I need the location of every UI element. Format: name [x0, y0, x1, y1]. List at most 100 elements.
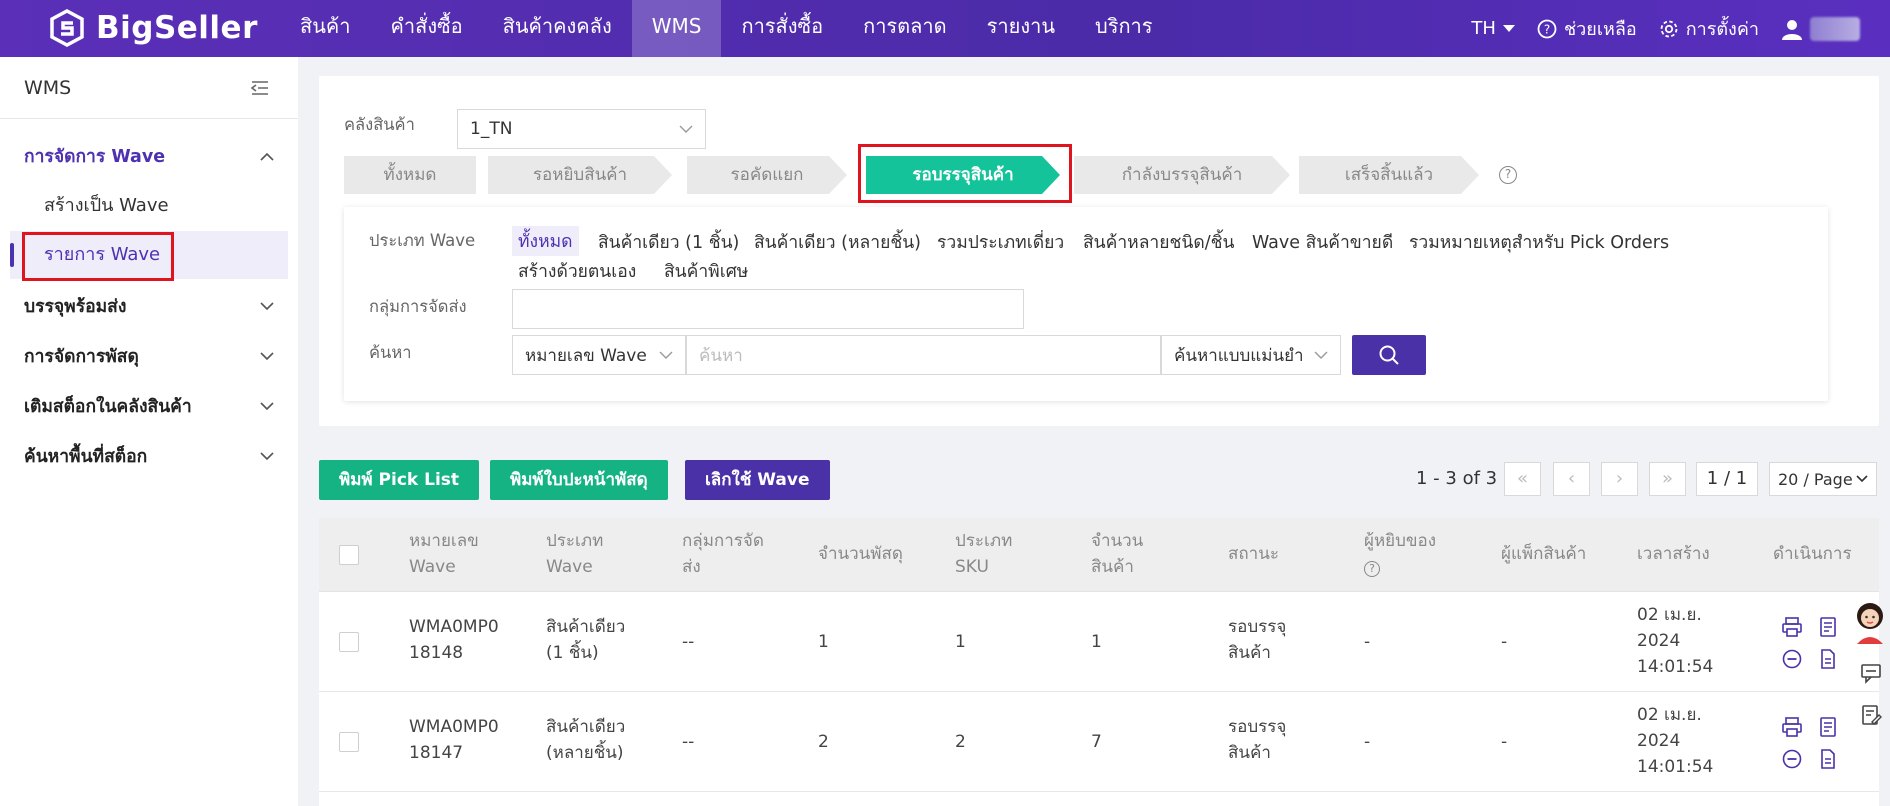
cell-ship-group: --: [682, 732, 695, 752]
search-button[interactable]: [1352, 335, 1426, 375]
page-size-select[interactable]: 20 / Page: [1769, 462, 1877, 496]
wave-type-multi-sku[interactable]: สินค้าหลายชนิด/ชิ้น: [1083, 228, 1234, 256]
search-field-select[interactable]: หมายเลข Wave: [512, 335, 686, 375]
settings-link[interactable]: การตั้งค่า: [1659, 14, 1759, 43]
wave-type-special[interactable]: สินค้าพิเศษ: [664, 257, 748, 285]
detail-list-icon[interactable]: [1817, 716, 1839, 738]
search-mode-value: ค้นหาแบบแม่นยำ: [1174, 345, 1304, 366]
row-checkbox[interactable]: [339, 732, 359, 752]
ship-group-input[interactable]: [512, 289, 1024, 329]
wave-type-single-multi[interactable]: สินค้าเดียว (หลายชิ้น): [754, 228, 921, 256]
svg-text:?: ?: [1544, 22, 1550, 36]
sidebar-group-location[interactable]: ค้นหาพื้นที่สต็อก: [0, 434, 298, 478]
search-input[interactable]: ค้นหา: [686, 335, 1161, 375]
detail-list-icon[interactable]: [1817, 616, 1839, 638]
help-icon: ?: [1537, 19, 1557, 38]
bigseller-logo[interactable]: BigSeller: [48, 8, 258, 48]
sidebar-group-wave[interactable]: การจัดการ Wave: [0, 134, 298, 178]
warehouse-select[interactable]: 1_TN: [457, 109, 706, 149]
col-packer: ผู้แพ็กสินค้า: [1501, 544, 1587, 564]
tab-status-packing[interactable]: กำลังบรรจุสินค้า: [1074, 156, 1290, 194]
cell-sku-type: 1: [955, 632, 966, 652]
select-all-checkbox[interactable]: [339, 545, 359, 565]
search-mode-select[interactable]: ค้นหาแบบแม่นยำ: [1161, 335, 1341, 375]
warehouse-label: คลังสินค้า: [344, 115, 415, 134]
chevron-down-icon: [659, 351, 673, 359]
picker-help-icon[interactable]: ?: [1364, 561, 1380, 577]
highlight-box-step: [858, 144, 1072, 203]
wave-type-pick-notes[interactable]: รวมหมายเหตุสำหรับ Pick Orders: [1409, 228, 1669, 256]
cancel-wave-button[interactable]: เลิกใช้ Wave: [685, 460, 830, 500]
document-icon[interactable]: [1817, 648, 1839, 670]
cell-parcel-qty: 2: [818, 732, 829, 752]
nav-inventory[interactable]: สินค้าคงคลัง: [483, 0, 632, 57]
ship-group-label: กลุ่มการจัดส่ง: [369, 297, 467, 316]
help-link[interactable]: ? ช่วยเหลือ: [1537, 14, 1637, 43]
col-sku-type: ประเภท SKU: [955, 531, 1013, 577]
col-ship-group: กลุ่มการจัด ส่ง: [682, 531, 764, 577]
cell-packer: -: [1501, 632, 1508, 652]
print-icon[interactable]: [1781, 616, 1803, 638]
col-ops: ดำเนินการ: [1773, 544, 1852, 564]
print-pick-list-button[interactable]: พิมพ์ Pick List: [319, 460, 480, 500]
sidebar-header: WMS: [0, 57, 298, 119]
tab-status-waiting-sort[interactable]: รอคัดแยก: [687, 156, 847, 194]
wave-type-combined-single[interactable]: รวมประเภทเดี่ยว: [937, 228, 1064, 256]
cell-picker: -: [1364, 732, 1371, 752]
wave-type-manual[interactable]: สร้างด้วยตนเอง: [518, 257, 636, 285]
chat-icon[interactable]: [1860, 662, 1882, 684]
top-right-tools: TH ? ช่วยเหลือ การตั้งค่า: [1471, 0, 1860, 57]
sidebar-group-restock[interactable]: เติมสต็อกในคลังสินค้า: [0, 384, 298, 428]
nav-reports[interactable]: รายงาน: [967, 0, 1075, 57]
settings-label: การตั้งค่า: [1685, 19, 1759, 40]
cell-wave-no[interactable]: WMA0MP0 18148: [409, 614, 499, 666]
document-icon[interactable]: [1817, 748, 1839, 770]
tab-status-waiting-pick[interactable]: รอหยิบสินค้า: [488, 156, 672, 194]
remove-icon[interactable]: [1781, 748, 1803, 770]
nav-marketing[interactable]: การตลาด: [843, 0, 967, 57]
sidebar-group-location-label: ค้นหาพื้นที่สต็อก: [24, 447, 148, 467]
col-wave-type: ประเภท Wave: [546, 531, 604, 577]
support-agent-icon[interactable]: [1852, 600, 1888, 644]
chevron-down-icon: [679, 125, 693, 133]
nav-wms[interactable]: WMS: [631, 0, 722, 57]
wave-table: หมายเลข Wave ประเภท Wave กลุ่มการจัด ส่ง จำ…: [319, 518, 1879, 806]
cell-wave-no[interactable]: WMA0MP0 18147: [409, 714, 499, 766]
remove-icon[interactable]: [1781, 648, 1803, 670]
sidebar-group-parcel[interactable]: การจัดการพัสดุ: [0, 334, 298, 378]
search-placeholder: ค้นหา: [699, 345, 743, 366]
collapse-menu-icon[interactable]: [250, 80, 270, 96]
wave-type-bestseller[interactable]: Wave สินค้าขายดี: [1252, 228, 1393, 256]
search-icon: [1379, 345, 1399, 365]
sidebar-group-pack[interactable]: บรรจุพร้อมส่ง: [0, 284, 298, 328]
last-page-button[interactable]: »: [1649, 462, 1686, 496]
nav-products[interactable]: สินค้า: [280, 0, 371, 57]
sidebar-item-create-wave[interactable]: สร้างเป็น Wave: [10, 182, 288, 230]
tab-status-completed[interactable]: เสร็จสิ้นแล้ว: [1299, 156, 1479, 194]
nav-orders[interactable]: คำสั่งซื้อ: [371, 0, 483, 57]
wave-type-label: ประเภท Wave: [369, 231, 476, 250]
table-row: WMA0MP0 18147 สินค้าเดียว (หลายชิ้น) -- 2 …: [319, 692, 1879, 792]
caret-down-icon: [1502, 24, 1515, 32]
nav-services[interactable]: บริการ: [1075, 0, 1173, 57]
feedback-icon[interactable]: [1860, 704, 1882, 726]
row-checkbox[interactable]: [339, 632, 359, 652]
language-selector[interactable]: TH: [1471, 18, 1515, 39]
help-label: ช่วยเหลือ: [1563, 19, 1637, 40]
print-label-button[interactable]: พิมพ์ใบปะหน้าพัสดุ: [490, 460, 668, 500]
sidebar-title: WMS: [24, 76, 72, 99]
user-menu[interactable]: [1781, 16, 1860, 41]
wave-type-single-1[interactable]: สินค้าเดียว (1 ชิ้น): [598, 228, 739, 256]
first-page-button[interactable]: «: [1504, 462, 1541, 496]
print-icon[interactable]: [1781, 716, 1803, 738]
tab-status-all[interactable]: ทั้งหมด: [344, 156, 476, 194]
prev-page-button[interactable]: ‹: [1553, 462, 1590, 496]
next-page-button[interactable]: ›: [1601, 462, 1638, 496]
cell-status: รอบรรจุ สินค้า: [1228, 717, 1287, 763]
top-navbar: BigSeller สินค้า คำสั่งซื้อ สินค้าคงคลัง…: [0, 0, 1890, 57]
status-help-icon[interactable]: ?: [1499, 166, 1517, 184]
search-field-value: หมายเลข Wave: [525, 345, 647, 366]
wave-type-all[interactable]: ทั้งหมด: [512, 226, 579, 256]
page-indicator[interactable]: 1 / 1: [1696, 462, 1758, 496]
nav-purchase[interactable]: การสั่งซื้อ: [721, 0, 843, 57]
